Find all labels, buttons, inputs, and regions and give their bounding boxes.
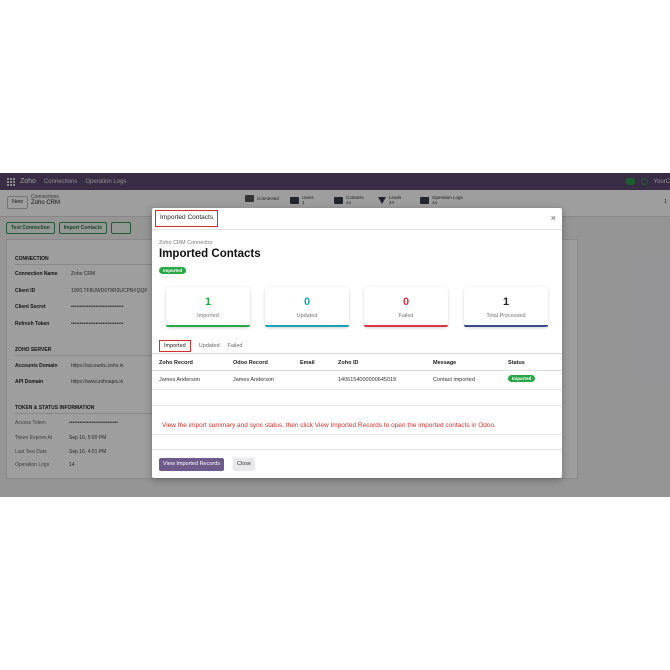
card-failed[interactable]: 0 Failed <box>364 287 448 327</box>
dialog-title: Imported Contacts <box>155 210 219 227</box>
card-total-processed[interactable]: 1 Total Processed <box>464 287 548 327</box>
card-updated[interactable]: 0 Updated <box>265 287 349 327</box>
dialog-header: Imported Contacts × <box>152 208 562 230</box>
column-zoho-record[interactable]: Zoho Record <box>159 360 193 366</box>
view-imported-records-button[interactable]: View Imported Records <box>159 458 225 471</box>
column-status[interactable]: Status <box>508 360 525 366</box>
card-imported[interactable]: 1 Imported <box>166 287 250 327</box>
dialog-heading: Imported Contacts <box>159 248 261 260</box>
cell-zoho-id: 1406154000000645019 <box>338 377 397 383</box>
cell-zoho-record: James Anderson <box>159 377 200 383</box>
result-tabs: Imported Updated Failed <box>159 340 243 352</box>
tab-imported[interactable]: Imported <box>159 340 191 352</box>
cell-message: Contact imported <box>433 377 475 383</box>
imported-contacts-dialog: Imported Contacts × Zoho CRM Connector I… <box>152 208 562 478</box>
tab-updated[interactable]: Updated <box>199 343 220 349</box>
annotation-note: View the import summary and sync status,… <box>162 422 496 429</box>
close-icon[interactable]: × <box>551 213 556 223</box>
status-badge: Imported <box>159 267 187 274</box>
column-odoo-record[interactable]: Odoo Record <box>233 360 268 366</box>
close-button[interactable]: Close <box>233 458 256 471</box>
column-message[interactable]: Message <box>433 360 456 366</box>
tab-failed[interactable]: Failed <box>228 343 243 349</box>
dialog-subtitle: Zoho CRM Connector <box>159 240 213 246</box>
column-zoho-id[interactable]: Zoho ID <box>338 360 358 366</box>
cell-odoo-record[interactable]: James Anderson <box>233 377 274 383</box>
column-email[interactable]: Email <box>300 360 315 366</box>
cell-status-badge: Imported <box>508 375 536 382</box>
